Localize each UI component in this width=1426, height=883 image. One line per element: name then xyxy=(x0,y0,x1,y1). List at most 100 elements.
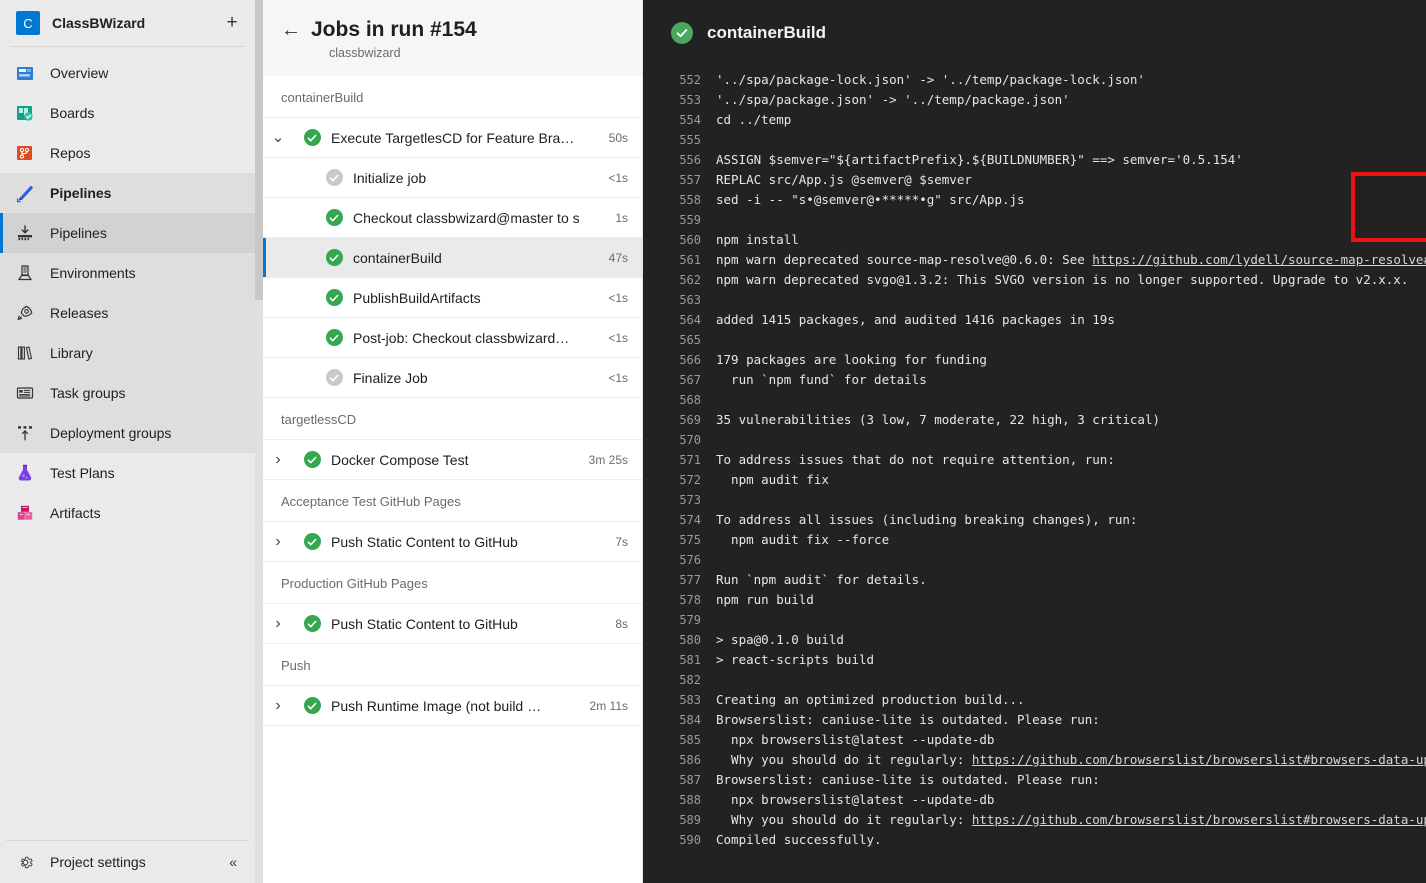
log-line: 582 xyxy=(643,670,1426,690)
log-line-number: 565 xyxy=(679,333,701,347)
success-check-icon xyxy=(303,451,321,468)
log-line-text xyxy=(701,550,716,570)
log-link[interactable]: https://github.com/browserslist/browsers… xyxy=(972,812,1426,827)
log-line-text: npm audit fix xyxy=(716,472,829,487)
sidebar-item-library[interactable]: Library xyxy=(0,333,255,373)
log-line-text: Browserslist: caniuse-lite is outdated. … xyxy=(716,772,1100,787)
left-sidebar: C ClassBWizard + Overview Boards Repos Pipe… xyxy=(0,0,255,883)
job-row[interactable]: Finalize Job <1s xyxy=(263,358,642,398)
job-name: Push Runtime Image (not build … xyxy=(331,697,542,714)
log-panel: containerBuild 552 '../spa/package-lock.j… xyxy=(643,0,1426,883)
job-row[interactable]: › Push Static Content to GitHub 7s xyxy=(263,522,642,562)
sidebar-item-pipelines[interactable]: Pipelines xyxy=(0,173,255,213)
stage-label: Production GitHub Pages xyxy=(263,562,642,604)
log-line: 562 npm warn deprecated svgo@1.3.2: This … xyxy=(643,270,1426,290)
back-button[interactable]: ← xyxy=(281,20,301,40)
job-row[interactable]: containerBuild 47s xyxy=(263,238,642,278)
job-row[interactable]: Initialize job <1s xyxy=(263,158,642,198)
log-line-text xyxy=(701,670,716,690)
job-row[interactable]: Checkout classbwizard@master to s 1s xyxy=(263,198,642,238)
job-status xyxy=(315,369,353,386)
success-check-icon xyxy=(303,697,321,714)
job-row[interactable]: › Push Runtime Image (not build … 2m 11s xyxy=(263,686,642,726)
job-row[interactable]: ⌄ Execute TargetlesCD for Feature Bra… 50s xyxy=(263,118,642,158)
log-body[interactable]: 552 '../spa/package-lock.json' -> '../tem… xyxy=(643,70,1426,850)
log-line-text: 35 vulnerabilities (3 low, 7 moderate, 2… xyxy=(716,412,1161,427)
log-link[interactable]: https://github.com/browserslist/browsers… xyxy=(972,752,1426,767)
log-line-text: > react-scripts build xyxy=(716,652,875,667)
sidebar-item-releases[interactable]: Releases xyxy=(0,293,255,333)
page-subtitle: classbwizard xyxy=(329,46,401,60)
chevron-right-icon[interactable]: › xyxy=(263,533,293,551)
log-line-number: 561 xyxy=(679,253,701,267)
sidebar-item-deployment-groups[interactable]: Deployment groups xyxy=(0,413,255,453)
log-line-text: added 1415 packages, and audited 1416 pa… xyxy=(716,312,1115,327)
page-title: Jobs in run #154 xyxy=(311,18,477,41)
chevron-right-icon[interactable]: › xyxy=(263,451,293,469)
log-line-number: 557 xyxy=(679,173,701,187)
job-name: Finalize Job xyxy=(353,369,428,386)
log-line-text: Creating an optimized production build..… xyxy=(716,692,1025,707)
log-line-number: 553 xyxy=(679,93,701,107)
job-row[interactable]: PublishBuildArtifacts <1s xyxy=(263,278,642,318)
job-row[interactable]: Post-job: Checkout classbwizard… <1s xyxy=(263,318,642,358)
log-line-number: 564 xyxy=(679,313,701,327)
job-duration: <1s xyxy=(608,330,628,345)
log-line-number: 576 xyxy=(679,553,701,567)
log-line-number: 577 xyxy=(679,573,701,587)
skipped-check-icon xyxy=(325,169,343,186)
log-line: 570 xyxy=(643,430,1426,450)
job-row[interactable]: › Push Static Content to GitHub 8s xyxy=(263,604,642,644)
log-line-number: 570 xyxy=(679,433,701,447)
collapse-sidebar-icon[interactable]: « xyxy=(229,854,249,870)
log-line-number: 583 xyxy=(679,693,701,707)
sidebar-item-test-plans[interactable]: Test Plans xyxy=(0,453,255,493)
task-groups-icon xyxy=(14,382,36,404)
log-line-number: 586 xyxy=(679,753,701,767)
boards-icon xyxy=(14,102,36,124)
chevron-right-icon[interactable]: › xyxy=(263,615,293,633)
log-line-text: npm install xyxy=(716,232,799,247)
log-line: 573 xyxy=(643,490,1426,510)
chevron-right-icon[interactable]: › xyxy=(263,697,293,715)
add-new-button[interactable]: + xyxy=(221,12,243,34)
log-line-number: 575 xyxy=(679,533,701,547)
sidebar-item-project-settings[interactable]: Project settings « xyxy=(6,841,249,883)
job-row[interactable]: › Docker Compose Test 3m 25s xyxy=(263,440,642,480)
sidebar-item-repos[interactable]: Repos xyxy=(0,133,255,173)
log-line-text xyxy=(701,610,716,630)
log-line-text: ASSIGN $semver="${artifactPrefix}.${BUIL… xyxy=(716,152,1243,167)
sidebar-item-boards[interactable]: Boards xyxy=(0,93,255,133)
job-status xyxy=(315,289,353,306)
job-duration: <1s xyxy=(608,170,628,185)
log-line-number: 584 xyxy=(679,713,701,727)
log-line-number: 569 xyxy=(679,413,701,427)
job-status xyxy=(293,533,331,550)
log-line: 584 Browserslist: caniuse-lite is outdate… xyxy=(643,710,1426,730)
sidebar-item-task-groups[interactable]: Task groups xyxy=(0,373,255,413)
log-line: 571 To address issues that do not require… xyxy=(643,450,1426,470)
log-line-number: 580 xyxy=(679,633,701,647)
sidebar-item-artifacts[interactable]: Artifacts xyxy=(0,493,255,533)
log-line-text: Browserslist: caniuse-lite is outdated. … xyxy=(716,712,1100,727)
log-line-text: npm warn deprecated source-map-resolve@0… xyxy=(701,250,1426,270)
chevron-down-icon[interactable]: ⌄ xyxy=(263,130,293,145)
artifacts-icon xyxy=(14,502,36,524)
sidebar-item-environments[interactable]: Environments xyxy=(0,253,255,293)
log-line-number: 589 xyxy=(679,813,701,827)
project-name[interactable]: ClassBWizard xyxy=(52,15,209,31)
log-link[interactable]: https://github.com/lydell/source-map-res… xyxy=(1092,252,1426,267)
log-line-text: npm audit fix --force xyxy=(716,532,890,547)
log-line: 564 added 1415 packages, and audited 1416… xyxy=(643,310,1426,330)
sidebar-item-pipelines-sub[interactable]: Pipelines xyxy=(0,213,255,253)
job-status xyxy=(293,129,331,146)
log-line: 552 '../spa/package-lock.json' -> '../tem… xyxy=(643,70,1426,90)
jobs-scrollbar-thumb[interactable] xyxy=(255,0,263,300)
jobs-scrollbar[interactable] xyxy=(255,0,263,883)
app-root: C ClassBWizard + Overview Boards Repos Pipe… xyxy=(0,0,1426,883)
sidebar-item-overview[interactable]: Overview xyxy=(0,53,255,93)
log-line-text: '../spa/package-lock.json' -> '../temp/p… xyxy=(716,72,1145,87)
log-line: 585 npx browserslist@latest --update-db xyxy=(643,730,1426,750)
log-line-number: 573 xyxy=(679,493,701,507)
jobs-list: containerBuild ⌄ Execute TargetlesCD for F… xyxy=(263,76,642,726)
